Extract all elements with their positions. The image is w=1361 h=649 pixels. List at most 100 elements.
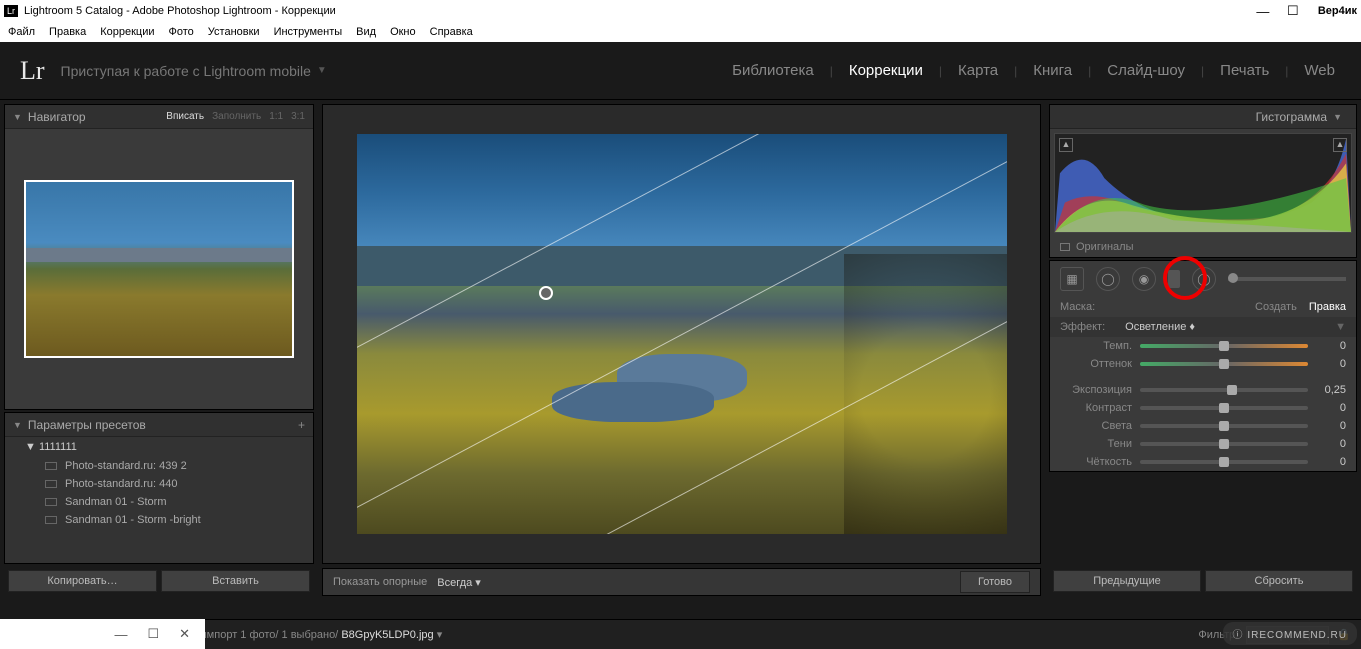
slider-knob[interactable] xyxy=(1219,359,1229,369)
show-pins-dropdown[interactable]: Всегда ▾ xyxy=(437,576,481,589)
slider-label: Темп. xyxy=(1060,340,1140,352)
close-icon[interactable]: ✕ xyxy=(179,626,190,642)
add-preset-icon[interactable]: + xyxy=(298,418,305,432)
slider-value: 0 xyxy=(1308,402,1346,414)
preset-item[interactable]: Photo-standard.ru: 440 xyxy=(5,475,313,493)
radial-tool-icon[interactable]: ◯ xyxy=(1192,267,1216,291)
slider-track[interactable] xyxy=(1140,344,1308,348)
preset-folder[interactable]: ▼ 1111111 xyxy=(5,437,313,457)
slider-track[interactable] xyxy=(1140,442,1308,446)
zoom-fill[interactable]: Заполнить xyxy=(212,111,261,122)
zoom-3-1[interactable]: 3:1 xyxy=(291,111,305,122)
slider-track[interactable] xyxy=(1140,460,1308,464)
menu-settings[interactable]: Установки xyxy=(208,26,260,38)
filename: B8GpyK5LDP0.jpg xyxy=(341,629,433,641)
tagline[interactable]: Приступая к работе с Lightroom mobile xyxy=(61,63,311,79)
effect-dropdown[interactable]: Осветление ♦ xyxy=(1125,321,1195,333)
chevron-down-icon: ▼ xyxy=(13,112,22,122)
maximize-icon[interactable]: ☐ xyxy=(1278,3,1308,19)
maximize-icon[interactable]: ☐ xyxy=(147,626,159,642)
overlay-window: — ☐ ✕ xyxy=(0,619,205,649)
navigator-header[interactable]: ▼ Навигатор Вписать Заполнить 1:1 3:1 xyxy=(5,105,313,129)
slider-track[interactable] xyxy=(1140,362,1308,366)
zoom-1-1[interactable]: 1:1 xyxy=(269,111,283,122)
gradient-pin-icon[interactable] xyxy=(539,286,553,300)
slider-Оттенок[interactable]: Оттенок0 xyxy=(1050,355,1356,373)
slider-knob[interactable] xyxy=(1219,421,1229,431)
module-map[interactable]: Карта xyxy=(952,62,1004,79)
module-book[interactable]: Книга xyxy=(1027,62,1078,79)
previous-button[interactable]: Предыдущие xyxy=(1053,570,1201,592)
module-library[interactable]: Библиотека xyxy=(726,62,820,79)
module-bar: Lr Приступая к работе с Lightroom mobile… xyxy=(0,42,1361,100)
photo-canvas[interactable] xyxy=(357,134,1007,534)
menu-help[interactable]: Справка xyxy=(430,26,473,38)
brush-size-slider[interactable] xyxy=(1228,277,1346,281)
menu-view[interactable]: Вид xyxy=(356,26,376,38)
slider-value: 0 xyxy=(1308,340,1346,352)
menu-file[interactable]: Файл xyxy=(8,26,35,38)
slider-Экспозиция[interactable]: Экспозиция0,25 xyxy=(1050,381,1356,399)
paste-button[interactable]: Вставить xyxy=(161,570,310,592)
module-web[interactable]: Web xyxy=(1298,62,1341,79)
watermark-text: Вер4ик xyxy=(1318,5,1357,17)
checkbox-icon[interactable] xyxy=(1060,243,1070,251)
menu-tools[interactable]: Инструменты xyxy=(274,26,343,38)
presets-header[interactable]: ▼ Параметры пресетов + xyxy=(5,413,313,437)
spot-tool-icon[interactable]: ◯ xyxy=(1096,267,1120,291)
gradient-tool-icon[interactable] xyxy=(1168,270,1180,288)
canvas-area[interactable] xyxy=(322,104,1041,564)
preset-item[interactable]: Sandman 01 - Storm -bright xyxy=(5,511,313,529)
redeye-tool-icon[interactable]: ◉ xyxy=(1132,267,1156,291)
menu-develop[interactable]: Коррекции xyxy=(100,26,154,38)
histogram[interactable]: ▲ ▲ xyxy=(1054,133,1352,233)
lr-logo: Lr xyxy=(20,56,45,86)
module-develop[interactable]: Коррекции xyxy=(843,62,929,79)
slider-Чёткость[interactable]: Чёткость0 xyxy=(1050,453,1356,471)
module-print[interactable]: Печать xyxy=(1214,62,1275,79)
slider-Света[interactable]: Света0 xyxy=(1050,417,1356,435)
originals-row[interactable]: Оригиналы xyxy=(1050,237,1356,257)
slider-label: Света xyxy=(1060,420,1140,432)
done-button[interactable]: Готово xyxy=(960,571,1030,593)
mask-edit[interactable]: Правка xyxy=(1309,301,1346,313)
mask-create[interactable]: Создать xyxy=(1255,301,1297,313)
slider-Темп.[interactable]: Темп. 0 xyxy=(1050,337,1356,355)
crop-tool-icon[interactable]: ▦ xyxy=(1060,267,1084,291)
slider-track[interactable] xyxy=(1140,406,1308,410)
slider-value: 0,25 xyxy=(1308,384,1346,396)
navigator-preview[interactable] xyxy=(5,129,313,409)
titlebar: Lr Lightroom 5 Catalog - Adobe Photoshop… xyxy=(0,0,1361,22)
effect-row[interactable]: Эффект: Осветление ♦ ▼ xyxy=(1050,317,1356,337)
histogram-header[interactable]: Гистограмма ▼ xyxy=(1050,105,1356,129)
chevron-down-icon[interactable]: ▼ xyxy=(317,65,327,76)
slider-knob[interactable] xyxy=(1219,439,1229,449)
menu-edit[interactable]: Правка xyxy=(49,26,86,38)
preset-item[interactable]: Photo-standard.ru: 439 2 xyxy=(5,457,313,475)
reset-button[interactable]: Сбросить xyxy=(1205,570,1353,592)
navigator-title: Навигатор xyxy=(28,110,86,124)
highlight-clip-icon[interactable]: ▲ xyxy=(1333,138,1347,152)
slider-knob[interactable] xyxy=(1227,385,1237,395)
copy-button[interactable]: Копировать… xyxy=(8,570,157,592)
slider-track[interactable] xyxy=(1140,424,1308,428)
chevron-down-icon[interactable]: ▼ xyxy=(1335,321,1346,333)
module-slideshow[interactable]: Слайд-шоу xyxy=(1101,62,1191,79)
slider-Тени[interactable]: Тени0 xyxy=(1050,435,1356,453)
slider-knob[interactable] xyxy=(1219,457,1229,467)
menu-window[interactable]: Окно xyxy=(390,26,416,38)
slider-Контраст[interactable]: Контраст0 xyxy=(1050,399,1356,417)
slider-knob[interactable] xyxy=(1219,403,1229,413)
slider-knob[interactable] xyxy=(1219,341,1229,351)
minimize-icon[interactable]: — xyxy=(1248,4,1278,19)
minimize-icon[interactable]: — xyxy=(114,627,127,642)
mask-mode-row: Маска: Создать Правка xyxy=(1050,297,1356,317)
show-pins-label: Показать опорные xyxy=(333,576,427,588)
menu-photo[interactable]: Фото xyxy=(169,26,194,38)
preset-item[interactable]: Sandman 01 - Storm xyxy=(5,493,313,511)
shadow-clip-icon[interactable]: ▲ xyxy=(1059,138,1073,152)
slider-track[interactable] xyxy=(1140,388,1308,392)
slider-value: 0 xyxy=(1308,438,1346,450)
slider-value: 0 xyxy=(1308,358,1346,370)
zoom-fit[interactable]: Вписать xyxy=(166,111,204,122)
